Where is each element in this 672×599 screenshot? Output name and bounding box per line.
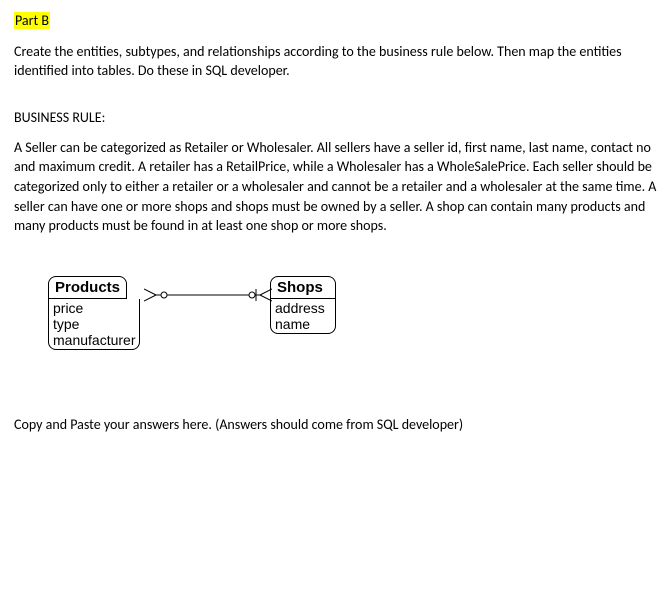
entity-attr: address xyxy=(275,300,331,316)
entity-shops: Shops address name xyxy=(270,276,336,334)
entity-products: Products price type manufacturer xyxy=(48,276,140,350)
business-rule-body: A Seller can be categorized as Retailer … xyxy=(14,138,658,236)
entity-attr: manufacturer xyxy=(53,332,135,348)
entity-shops-attrs: address name xyxy=(270,299,336,334)
entity-shops-title: Shops xyxy=(270,276,336,299)
intro-paragraph: Create the entities, subtypes, and relat… xyxy=(14,43,658,81)
entity-attr: type xyxy=(53,316,135,332)
entity-products-title: Products xyxy=(48,276,127,299)
entity-products-attrs: price type manufacturer xyxy=(48,299,140,350)
answer-instruction: Copy and Paste your answers here. (Answe… xyxy=(14,416,658,433)
part-heading: Part B xyxy=(14,12,658,29)
entity-attr: name xyxy=(275,316,331,332)
relationship-line xyxy=(144,286,272,304)
part-label: Part B xyxy=(14,12,50,29)
er-diagram: Products price type manufacturer Shops a… xyxy=(34,276,658,386)
entity-attr: price xyxy=(53,300,135,316)
business-rule-heading: BUSINESS RULE: xyxy=(14,109,658,126)
